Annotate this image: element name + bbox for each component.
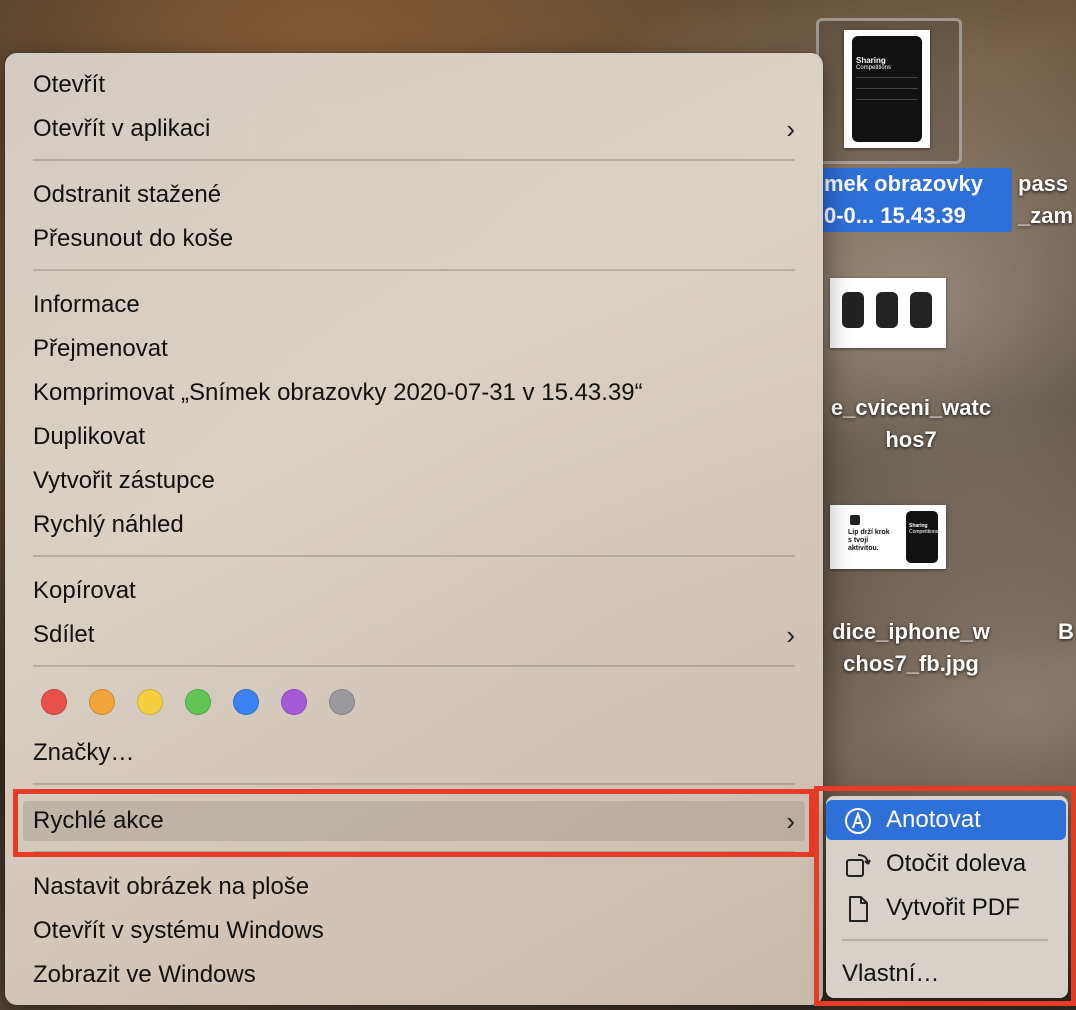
tag-orange[interactable] — [89, 689, 115, 715]
menu-item-show-in-windows[interactable]: Zobrazit ve Windows — [33, 955, 795, 995]
file-label-line1: B — [1058, 619, 1074, 644]
file-label-line1: e_cviceni_watc — [830, 395, 992, 420]
menu-item-remove-download[interactable]: Odstranit stažené — [33, 175, 795, 215]
thumbnail-mini-subtitle: Competitions — [909, 529, 939, 535]
menu-item-move-to-trash[interactable]: Přesunout do koše — [33, 219, 795, 259]
menu-separator — [33, 665, 795, 667]
file-label-line1: dice_iphone_w — [832, 619, 990, 644]
thumbnail-text: Lip drží krok s tvojí aktivitou. — [848, 529, 890, 552]
menu-item-label: Otevřít v aplikaci — [33, 115, 211, 142]
menu-item-duplicate[interactable]: Duplikovat — [33, 417, 795, 457]
file-label: B — [1058, 616, 1074, 648]
menu-separator — [33, 555, 795, 557]
thumbnail-title: Sharing — [856, 56, 886, 65]
menu-item-tags[interactable]: Značky… — [33, 733, 795, 773]
thumbnail-subtitle: Competitions — [856, 65, 892, 71]
menu-separator — [33, 783, 795, 785]
menu-item-label: Rychlý náhled — [33, 511, 184, 538]
file-label-line1: pass — [1018, 171, 1069, 196]
file-label: pass _zam — [1018, 168, 1073, 232]
menu-item-label: Přesunout do koše — [33, 225, 234, 252]
menu-item-copy[interactable]: Kopírovat — [33, 571, 795, 611]
menu-item-label: Odstranit stažené — [33, 181, 222, 208]
menu-item-get-info[interactable]: Informace — [33, 285, 795, 325]
chevron-right-icon: › — [786, 620, 795, 650]
menu-item-label: Sdílet — [33, 621, 95, 648]
menu-item-open[interactable]: Otevřít — [33, 65, 795, 105]
file-label: e_cviceni_watc hos7 — [816, 392, 1006, 456]
menu-item-label: Vytvořit zástupce — [33, 467, 215, 494]
menu-item-rename[interactable]: Přejmenovat — [33, 329, 795, 369]
menu-item-open-with[interactable]: Otevřít v aplikaci › — [33, 109, 795, 149]
tag-purple[interactable] — [281, 689, 307, 715]
highlight-box-submenu — [814, 786, 1076, 1006]
menu-item-quick-look[interactable]: Rychlý náhled — [33, 505, 795, 545]
menu-item-label: Značky… — [33, 739, 135, 766]
file-label-line2: _zam — [1018, 203, 1074, 228]
menu-separator — [33, 269, 795, 271]
file-thumbnail: Sharing Competitions — [844, 30, 930, 148]
menu-item-make-alias[interactable]: Vytvořit zástupce — [33, 461, 795, 501]
chevron-right-icon: › — [786, 114, 795, 144]
menu-separator — [33, 159, 795, 161]
menu-item-label: Kopírovat — [33, 577, 136, 604]
menu-item-set-desktop-picture[interactable]: Nastavit obrázek na ploše — [33, 867, 795, 907]
file-label-line2: chos7_fb.jpg — [843, 651, 979, 676]
tag-red[interactable] — [41, 689, 67, 715]
menu-item-label: Komprimovat „Snímek obrazovky 2020-07-31… — [33, 379, 643, 406]
file-thumbnail: Lip drží krok s tvojí aktivitou. Sharing… — [830, 505, 946, 569]
context-menu: Otevřít Otevřít v aplikaci › Odstranit s… — [5, 53, 823, 1005]
file-label: dice_iphone_w chos7_fb.jpg — [816, 616, 1006, 680]
file-label-line2: hos7 — [885, 427, 937, 452]
menu-item-label: Otevřít — [33, 71, 106, 98]
menu-item-label: Informace — [33, 291, 140, 318]
tag-green[interactable] — [185, 689, 211, 715]
menu-item-label: Duplikovat — [33, 423, 146, 450]
tag-blue[interactable] — [233, 689, 259, 715]
menu-item-label: Otevřít v systému Windows — [33, 917, 324, 944]
menu-item-label: Zobrazit ve Windows — [33, 961, 256, 988]
menu-item-label: Nastavit obrázek na ploše — [33, 873, 310, 900]
highlight-box-quick-actions — [13, 789, 814, 857]
file-label-line2: 0-0... 15.43.39 — [824, 203, 966, 228]
tag-gray[interactable] — [329, 689, 355, 715]
tag-yellow[interactable] — [137, 689, 163, 715]
file-label-line1: mek obrazovky — [824, 171, 983, 196]
menu-item-open-in-windows[interactable]: Otevřít v systému Windows — [33, 911, 795, 951]
file-thumbnail — [830, 278, 946, 348]
menu-item-compress[interactable]: Komprimovat „Snímek obrazovky 2020-07-31… — [33, 373, 795, 413]
menu-item-label: Přejmenovat — [33, 335, 168, 362]
menu-item-share[interactable]: Sdílet › — [33, 615, 795, 655]
file-label: mek obrazovky 0-0... 15.43.39 — [822, 168, 1012, 232]
